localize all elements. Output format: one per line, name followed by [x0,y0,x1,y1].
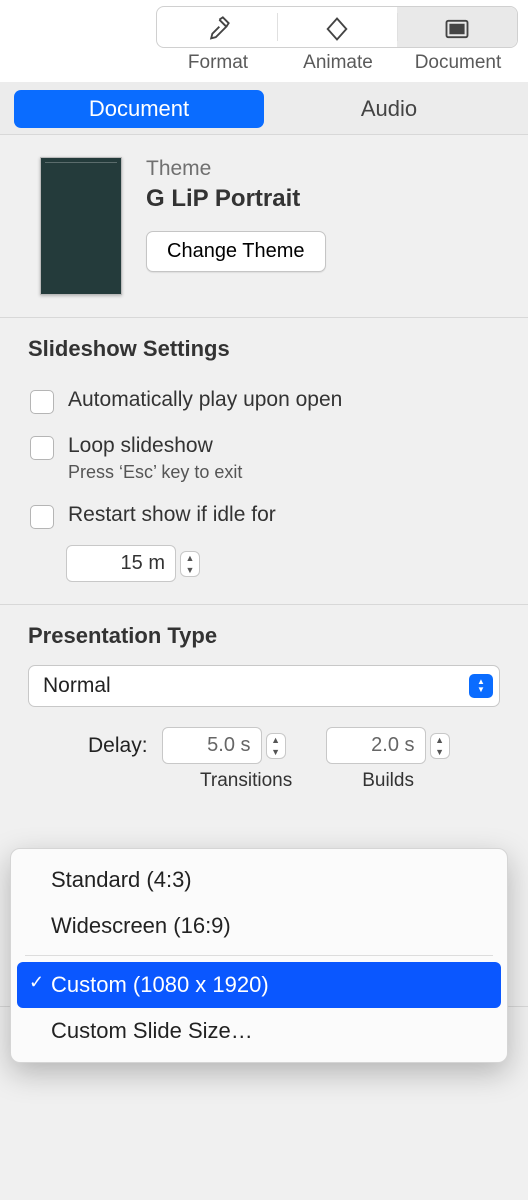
presentation-type-section: Presentation Type Normal ▲▼ Delay: 5.0 s… [0,605,528,814]
dropdown-separator [25,955,493,956]
stepper-up-icon[interactable]: ▲ [267,734,285,746]
change-theme-button[interactable]: Change Theme [146,231,326,272]
stepper-up-icon[interactable]: ▲ [181,552,199,564]
loop-checkbox[interactable] [30,436,54,460]
auto-play-checkbox[interactable] [30,390,54,414]
paintbrush-icon [203,15,231,43]
loop-label: Loop slideshow [68,434,242,458]
auto-play-row: Automatically play upon open [28,378,500,424]
idle-time-input[interactable]: 15 m [66,545,176,582]
presentation-type-value: Normal [43,674,111,698]
tab-document[interactable] [397,7,517,47]
tab-animate[interactable] [277,7,397,47]
dropdown-item-custom-size[interactable]: Custom Slide Size… [17,1008,501,1054]
diamond-icon [323,15,351,43]
tab-format[interactable] [157,7,277,47]
slideshow-settings-section: Slideshow Settings Automatically play up… [0,318,528,605]
theme-name: G LiP Portrait [146,185,500,213]
slide-size-dropdown: Standard (4:3) Widescreen (16:9) Custom … [10,848,508,1063]
stepper-down-icon[interactable]: ▼ [181,564,199,576]
tab-animate-label: Animate [278,52,398,74]
stepper-up-icon[interactable]: ▲ [431,734,449,746]
stepper-down-icon[interactable]: ▼ [267,746,285,758]
presentation-heading: Presentation Type [28,623,500,649]
builds-delay-input[interactable]: 2.0 s [326,727,426,764]
document-icon [443,15,471,43]
loop-hint: Press ‘Esc’ key to exit [68,462,242,483]
subtab-audio[interactable]: Audio [264,90,514,128]
inspector-segmented-control [156,6,518,48]
theme-section: Theme G LiP Portrait Change Theme [0,135,528,318]
stepper-down-icon[interactable]: ▼ [431,746,449,758]
restart-idle-checkbox[interactable] [30,505,54,529]
transitions-stepper[interactable]: ▲ ▼ [266,733,286,759]
tab-document-label: Document [398,52,518,74]
dropdown-item-standard[interactable]: Standard (4:3) [17,857,501,903]
loop-row: Loop slideshow Press ‘Esc’ key to exit [28,424,500,493]
dropdown-item-custom[interactable]: Custom (1080 x 1920) [17,962,501,1008]
auto-play-label: Automatically play upon open [68,388,342,412]
document-subtab-bar: Document Audio [0,82,528,135]
dropdown-item-widescreen[interactable]: Widescreen (16:9) [17,903,501,949]
subtab-document[interactable]: Document [14,90,264,128]
restart-idle-row: Restart show if idle for [28,493,500,539]
presentation-type-select[interactable]: Normal ▲▼ [28,665,500,707]
builds-stepper[interactable]: ▲ ▼ [430,733,450,759]
restart-idle-label: Restart show if idle for [68,503,276,527]
builds-label: Builds [362,770,414,792]
transitions-label: Transitions [200,770,292,792]
slideshow-heading: Slideshow Settings [28,336,500,362]
inspector-toolbar [0,0,528,48]
transitions-delay-input[interactable]: 5.0 s [162,727,262,764]
idle-time-stepper[interactable]: ▲ ▼ [180,551,200,577]
tab-format-label: Format [158,52,278,74]
theme-thumbnail [40,157,122,295]
updown-chevron-icon: ▲▼ [469,674,493,698]
delay-label: Delay: [88,734,148,758]
theme-label: Theme [146,157,500,181]
